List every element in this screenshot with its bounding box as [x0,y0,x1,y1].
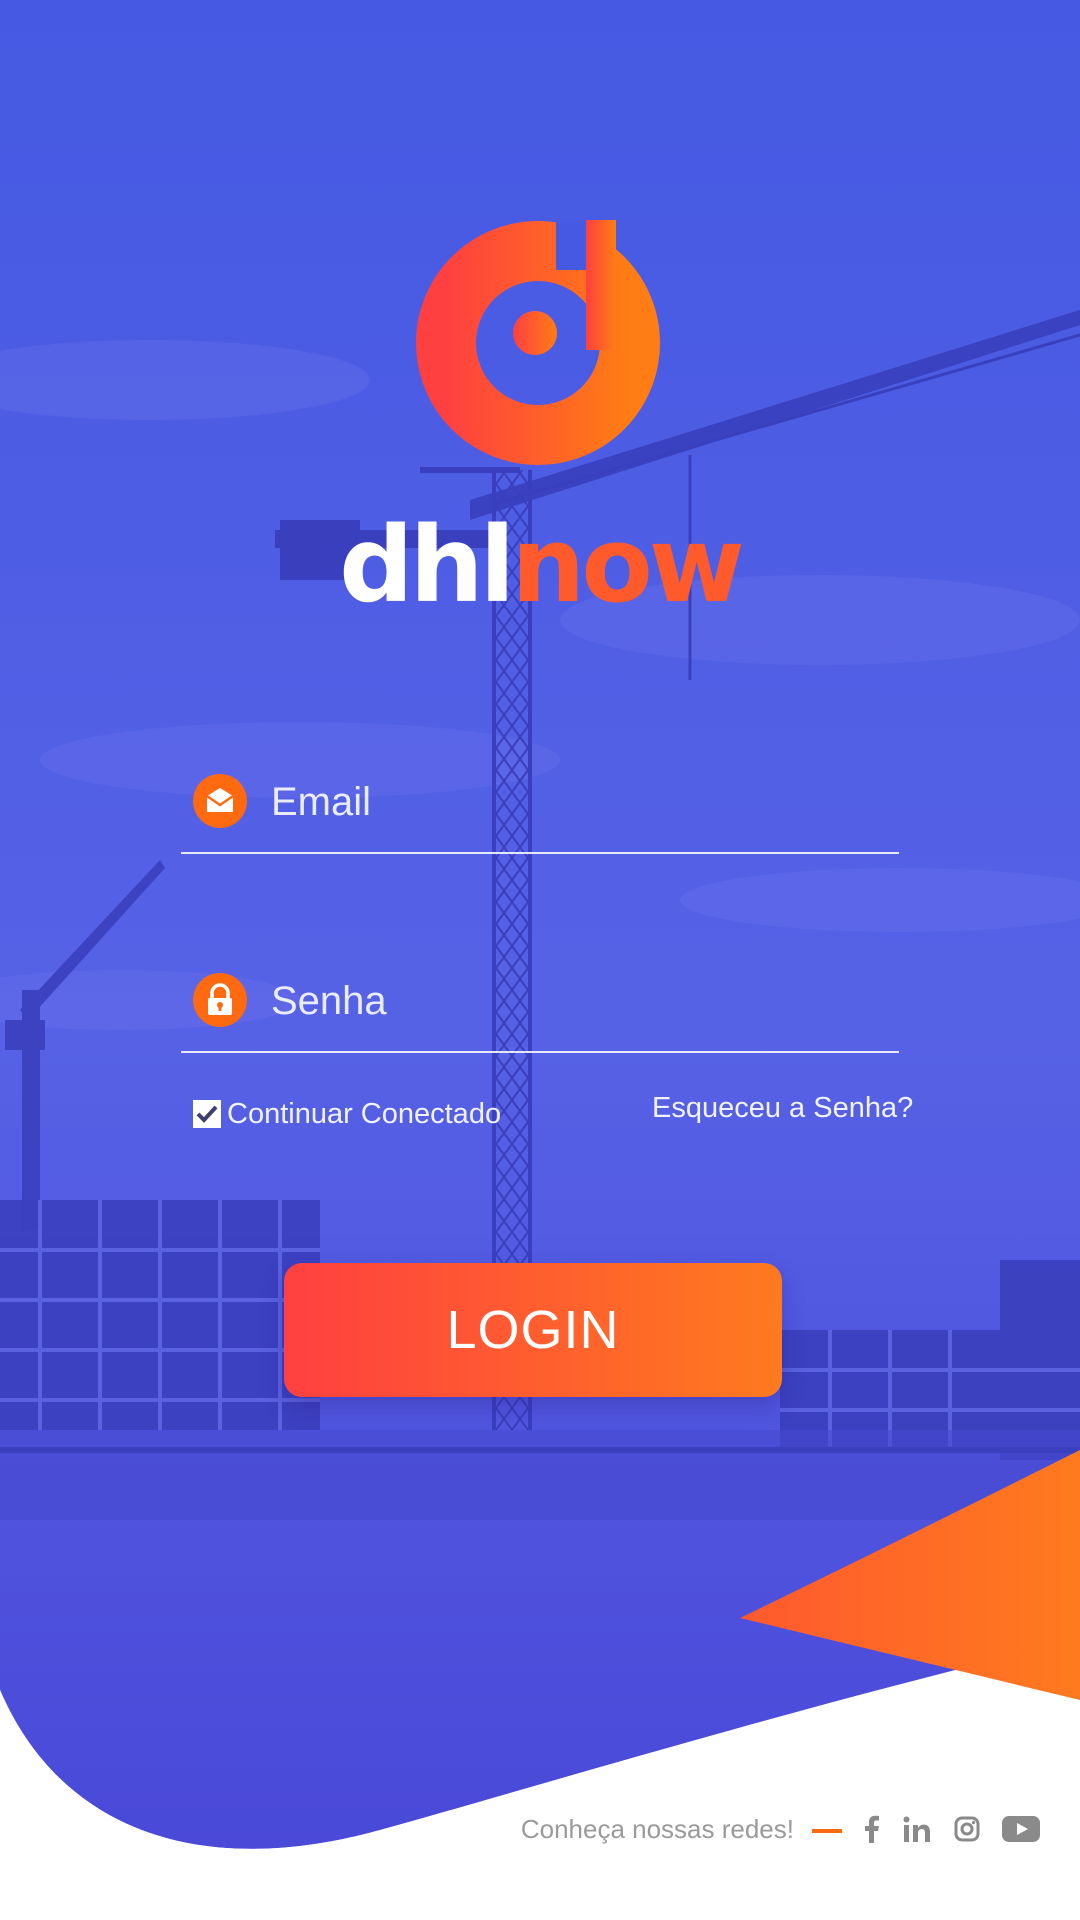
password-input[interactable] [271,973,871,1029]
brand-wordmark-part1: dhl [339,504,515,626]
social-footer: Conheça nossas redes! [0,1808,1080,1852]
remember-me-label: Continuar Conectado [227,1097,502,1130]
instagram-icon[interactable] [953,1810,981,1848]
facebook-icon[interactable] [862,1810,882,1848]
lock-icon [193,973,247,1027]
email-field-wrapper [181,774,899,854]
linkedin-icon[interactable] [902,1810,932,1848]
login-button[interactable]: LOGIN [284,1263,782,1397]
forgot-password-link[interactable]: Esqueceu a Senha? [652,1092,913,1125]
email-input[interactable] [271,774,871,830]
caption-dash [812,1829,842,1833]
social-caption: Conheça nossas redes! [520,1814,794,1844]
email-icon [193,774,247,828]
checkbox-checked-icon[interactable] [193,1100,221,1128]
brand-wordmark-part2: now [511,504,745,626]
remember-me-checkbox[interactable]: Continuar Conectado [193,1094,501,1134]
background-image [0,0,1080,1920]
youtube-icon[interactable] [1002,1810,1040,1848]
login-screen: dhlnow Continuar Conectado Esqu [0,0,1080,1920]
password-field-wrapper [181,973,899,1053]
brand-wordmark: dhlnow [0,510,1080,620]
login-button-label: LOGIN [446,1300,620,1360]
